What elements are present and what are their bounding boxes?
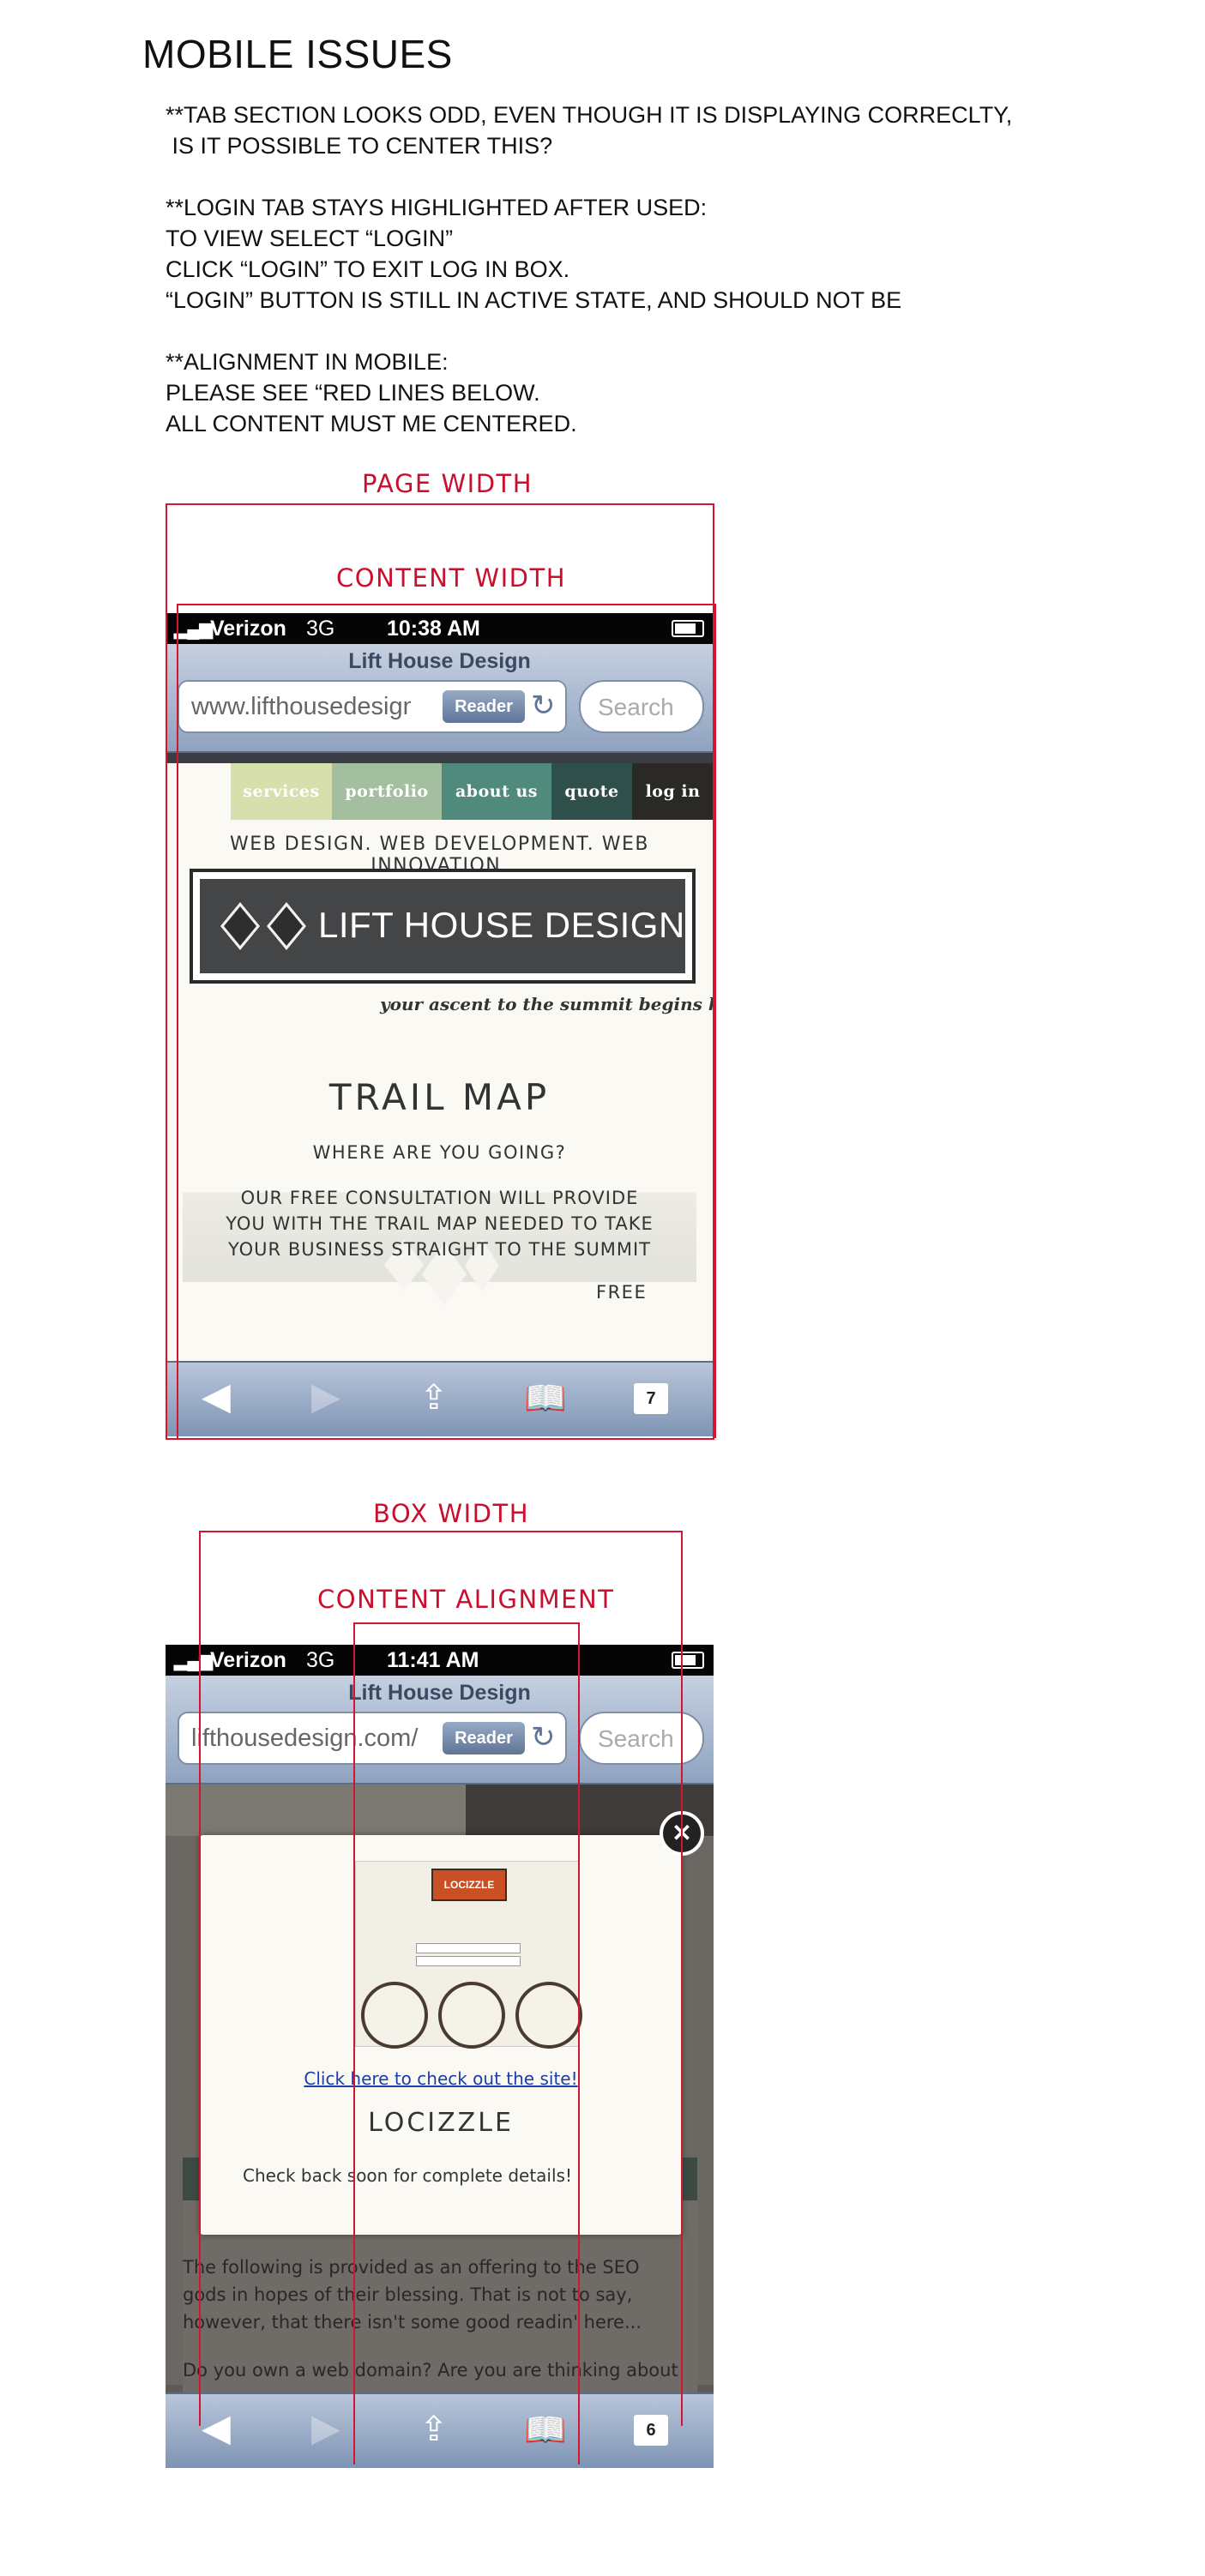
issue-login-tab: **LOGIN TAB STAYS HIGHLIGHTED AFTER USED… <box>166 195 902 313</box>
content-alignment-outline <box>353 1622 580 2465</box>
page-heading: MOBILE ISSUES <box>142 32 453 76</box>
content-width-outline <box>177 604 716 1438</box>
box-width-label: BOX WIDTH <box>373 1499 530 1528</box>
page-width-label: PAGE WIDTH <box>362 469 533 498</box>
issue-tab-section: **TAB SECTION LOOKS ODD, EVEN THOUGH IT … <box>166 102 1013 159</box>
issue-alignment: **ALIGNMENT IN MOBILE: PLEASE SEE “RED L… <box>166 349 577 436</box>
